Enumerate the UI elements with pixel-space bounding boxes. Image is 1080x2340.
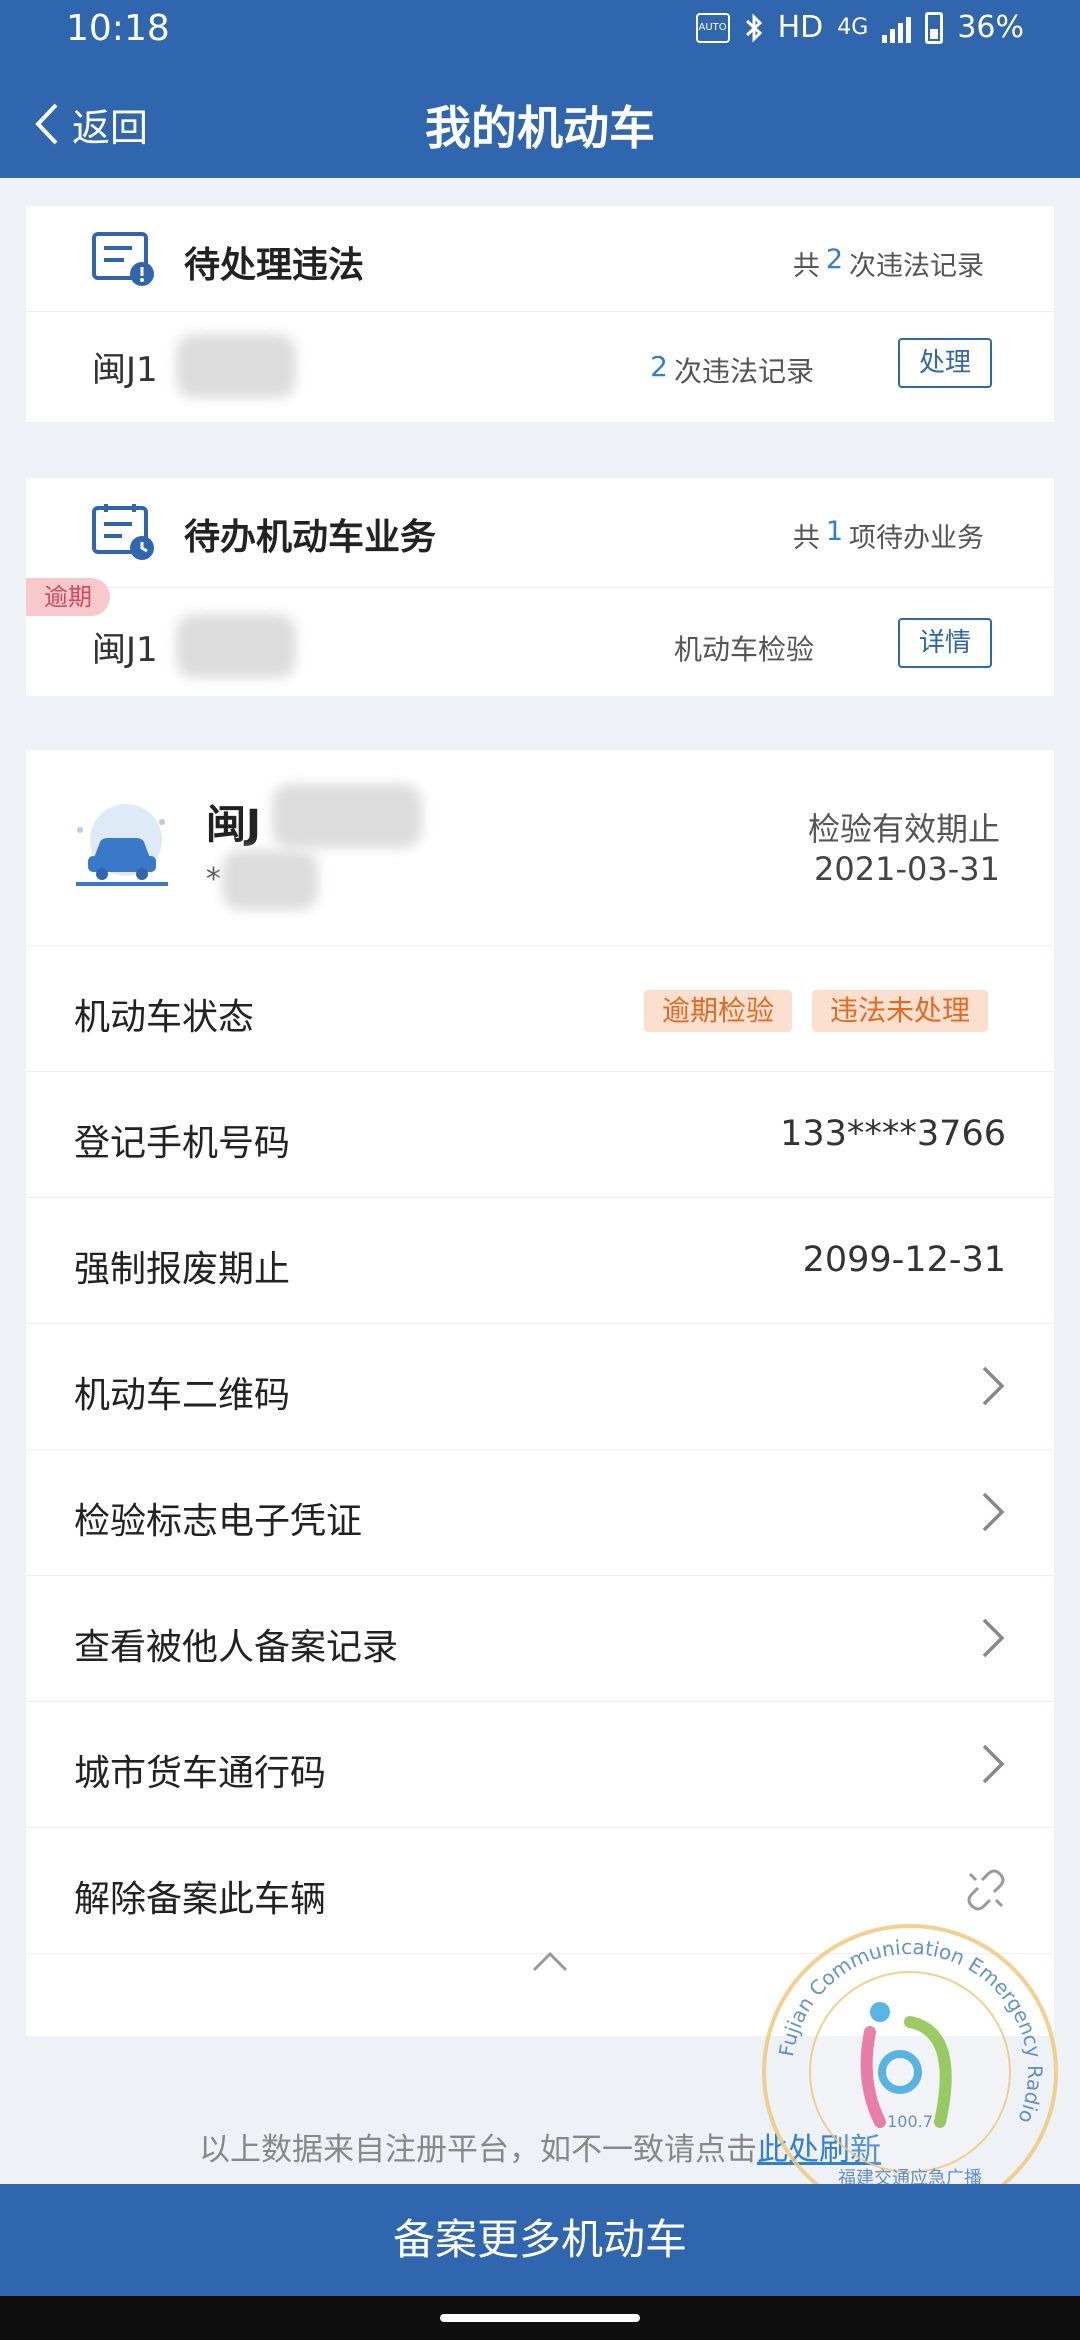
filing-records-row[interactable]: 查看被他人备案记录 [26,1576,1054,1702]
bluetooth-icon [745,12,762,43]
business-doc-icon [92,504,154,560]
phone-value: 133****3766 [780,1114,1006,1154]
violations-card: 待处理违法 共 2 次违法记录 闽J1 2 次违法记录 处理 [26,206,1054,422]
violation-doc-icon [92,232,154,286]
subtitle-redaction [222,850,318,910]
vehicle-plate: 闽J [206,802,261,848]
violations-summary: 共 2 次违法记录 [793,244,984,283]
violation-plate: 闽J1 [92,350,158,390]
scrap-date-row: 强制报废期止 2099-12-31 [26,1198,1054,1324]
battery-icon [925,11,944,44]
plate-redaction [176,334,296,398]
vehicle-status-label: 机动车状态 [74,997,255,1038]
radio-logo-watermark: Fujian Communication Emergency Radio 100… [762,1924,1058,2220]
overdue-inspection-tag: 逾期检验 [643,990,792,1032]
pending-business-card: 待办机动车业务 共 1 项待办业务 逾期 闽J1 机动车检验 详情 [26,478,1054,696]
business-item: 机动车检验 [674,628,814,668]
business-summary: 共 1 项待办业务 [793,516,984,555]
hd-label: HD [777,10,824,45]
chevron-right-icon [982,1618,1005,1658]
scrap-date-label: 强制报废期止 [74,1249,291,1290]
truck-pass-label: 城市货车通行码 [74,1753,327,1794]
plate-redaction [176,614,296,678]
page-title: 我的机动车 [425,101,655,155]
data-source-text: 以上数据来自注册平台，如不一致请点击 [199,2132,757,2168]
phone-label: 登记手机号码 [74,1123,291,1164]
business-title: 待办机动车业务 [184,517,437,558]
battery-percent: 36% [957,10,1024,45]
filing-records-label: 查看被他人备案记录 [74,1627,399,1668]
chevron-up-icon[interactable] [530,1946,570,1976]
violation-row-summary: 2 次违法记录 [650,350,814,390]
summary-suffix: 项待办业务 [849,523,984,554]
home-indicator[interactable] [440,2314,640,2322]
scrap-date-value: 2099-12-31 [802,1240,1006,1280]
qr-code-label: 机动车二维码 [74,1375,291,1416]
summary-prefix: 共 [792,523,820,554]
inspection-expiry-date: 2021-03-31 [814,850,1000,888]
vehicle-subtitle: * [206,862,221,897]
gesture-area [0,2296,1080,2340]
vehicle-status-row: 机动车状态 逾期检验 违法未处理 [26,946,1054,1072]
status-indicators: AUTO HD 4G 36% [695,10,1024,45]
unlink-icon [967,1869,1005,1911]
vehicle-header: 闽J * 检验有效期止 2021-03-31 [26,750,1054,946]
overdue-badge: 逾期 [26,578,110,616]
inspection-expiry-label: 检验有效期止 [807,810,1000,848]
business-header: 待办机动车业务 共 1 项待办业务 [26,478,1054,588]
inspection-cert-row[interactable]: 检验标志电子凭证 [26,1450,1054,1576]
violation-row-suffix: 次违法记录 [673,355,814,388]
nav-bar: 返回 我的机动车 [0,80,1080,168]
add-vehicle-button[interactable]: 备案更多机动车 [0,2184,1080,2296]
car-icon [76,804,168,886]
summary-prefix: 共 [792,251,820,282]
status-tags: 逾期检验 违法未处理 [643,990,988,1032]
truck-pass-row[interactable]: 城市货车通行码 [26,1702,1054,1828]
violations-total-count: 2 [825,244,843,275]
auto-icon: AUTO [695,12,730,43]
app-header: 10:18 AUTO HD 4G 36% 返回 我的机动车 [0,0,1080,178]
inspection-cert-label: 检验标志电子凭证 [74,1501,363,1542]
chevron-right-icon [982,1366,1005,1406]
details-button[interactable]: 详情 [898,618,992,668]
unhandled-violation-tag: 违法未处理 [811,990,988,1032]
violations-title: 待处理违法 [184,245,365,286]
summary-suffix: 次违法记录 [849,251,984,282]
business-total-count: 1 [825,516,843,547]
network-label: 4G [837,15,869,40]
business-plate: 闽J1 [92,630,158,670]
watermark-frequency: 100.7 [887,2112,933,2131]
unbind-vehicle-label: 解除备案此车辆 [74,1879,327,1920]
phone-row: 登记手机号码 133****3766 [26,1072,1054,1198]
business-row: 逾期 闽J1 机动车检验 详情 [26,578,1054,698]
vehicle-card: 闽J * 检验有效期止 2021-03-31 机动车状态 逾期检验 违法未处理 … [26,750,1054,2036]
chevron-right-icon [982,1744,1005,1784]
status-bar: 10:18 AUTO HD 4G 36% [0,0,1080,64]
handle-button[interactable]: 处理 [898,338,992,388]
business-item-label: 机动车检验 [673,633,814,666]
signal-icon [882,13,912,43]
chevron-right-icon [982,1492,1005,1532]
status-time: 10:18 [66,8,170,49]
violation-row: 闽J1 2 次违法记录 处理 [26,312,1054,422]
violation-row-count: 2 [650,350,668,383]
violations-header: 待处理违法 共 2 次违法记录 [26,206,1054,312]
plate-redaction [272,784,422,848]
qr-code-row[interactable]: 机动车二维码 [26,1324,1054,1450]
